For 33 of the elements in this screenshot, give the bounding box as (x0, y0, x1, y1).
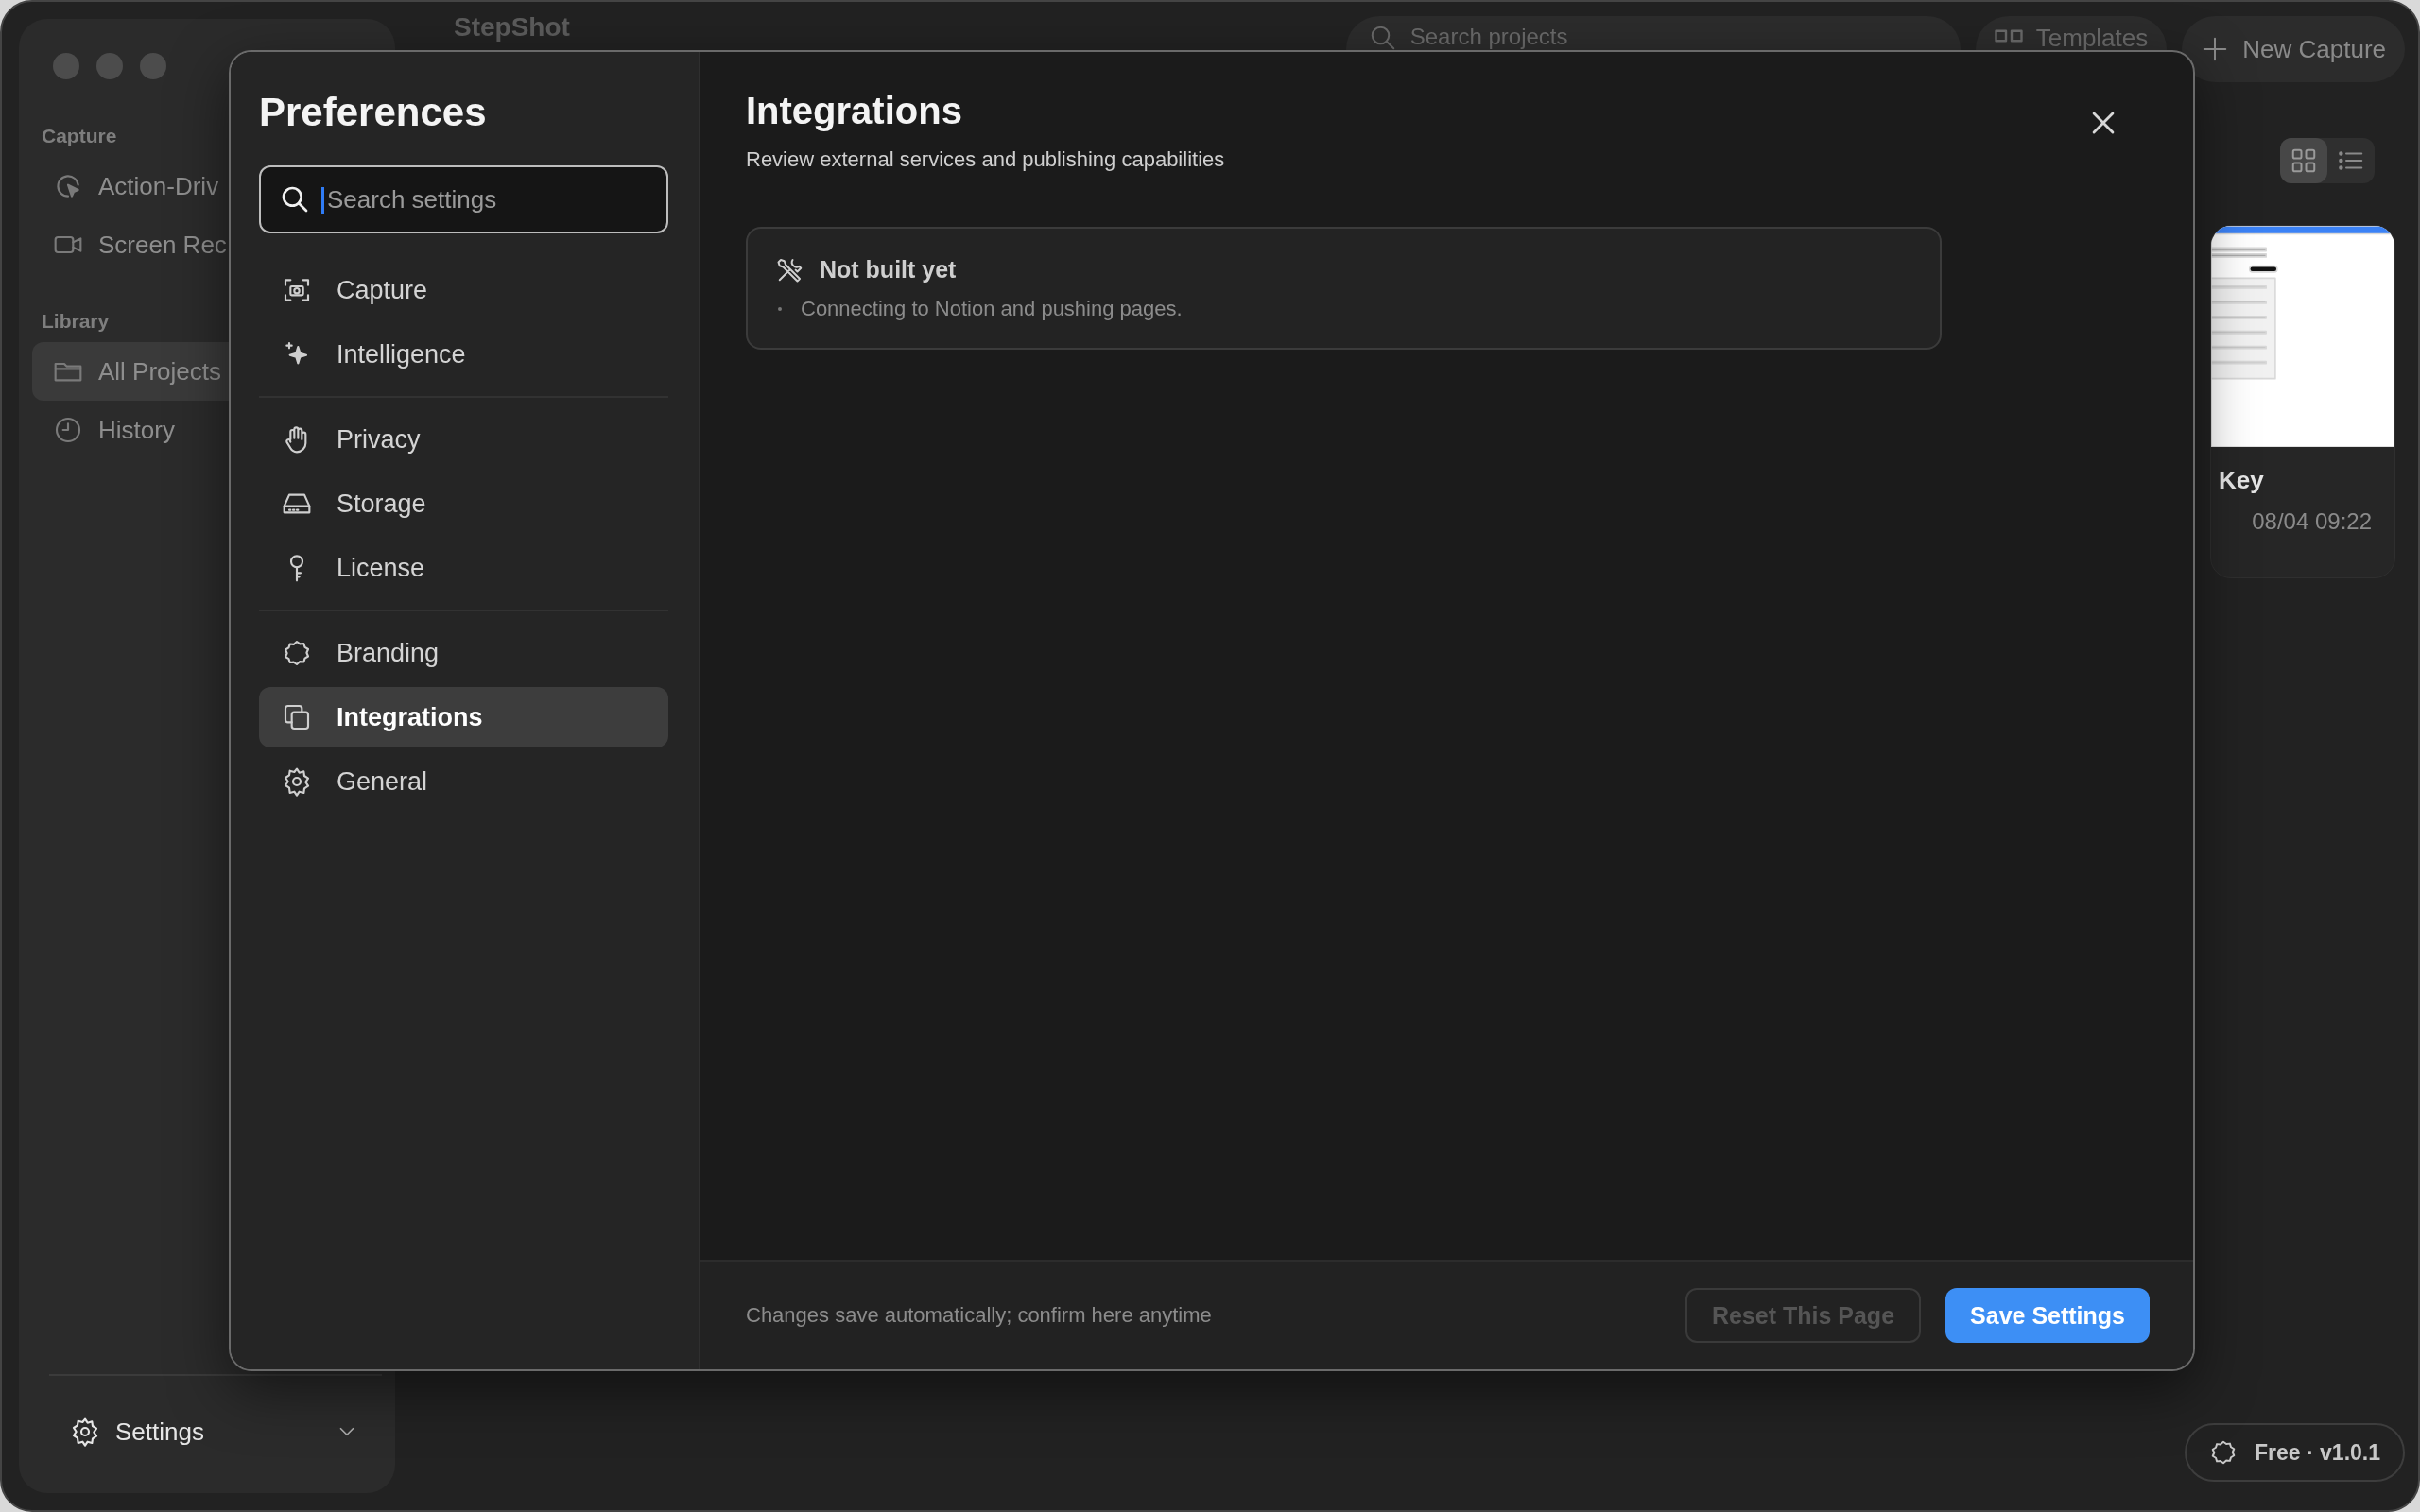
grid-icon (2290, 146, 2318, 175)
nav-item[interactable]: License (259, 538, 668, 598)
nav-item[interactable]: Integrations (259, 687, 668, 747)
badge-icon (282, 638, 312, 668)
plan-badge[interactable]: Free · v1.0.1 (2185, 1423, 2405, 1482)
gear-icon (282, 766, 312, 797)
clock-icon (53, 415, 83, 445)
card-text: Connecting to Notion and pushing pages. (801, 297, 1183, 321)
app-title: StepShot (454, 12, 570, 43)
bullet-icon (778, 307, 782, 311)
sidebar-section-title: Library (41, 309, 111, 334)
page-title: Integrations (746, 90, 963, 132)
search-icon (280, 184, 310, 215)
footer-note: Changes save automatically; confirm here anytime (746, 1303, 1212, 1328)
sidebar-section-title: Capture (41, 124, 118, 148)
settings-icon (70, 1417, 100, 1447)
nav-item[interactable]: Storage (259, 473, 668, 534)
project-date: 08/04 09:22 (2251, 507, 2373, 535)
dialog-title: Preferences (259, 89, 488, 136)
text-cursor (321, 187, 324, 214)
copy-icon (282, 702, 312, 732)
project-title: Key (2218, 465, 2265, 495)
search-field[interactable]: Search settings (259, 165, 668, 233)
nav-item[interactable]: Privacy (259, 409, 668, 470)
page-subtitle: Review external services and publishing capabilities (746, 147, 1225, 172)
grid-view-button[interactable] (2280, 138, 2327, 183)
toolbar-button[interactable]: New Capture (2182, 16, 2405, 82)
nav-item[interactable]: General (259, 751, 668, 812)
nav-item[interactable]: Branding (259, 623, 668, 683)
project-card[interactable]: Key 08/04 09:22 (2210, 225, 2395, 578)
templates-icon (1994, 29, 2023, 43)
card-title: Not built yet (820, 255, 957, 284)
settings-menu[interactable]: Settings (32, 1402, 382, 1461)
